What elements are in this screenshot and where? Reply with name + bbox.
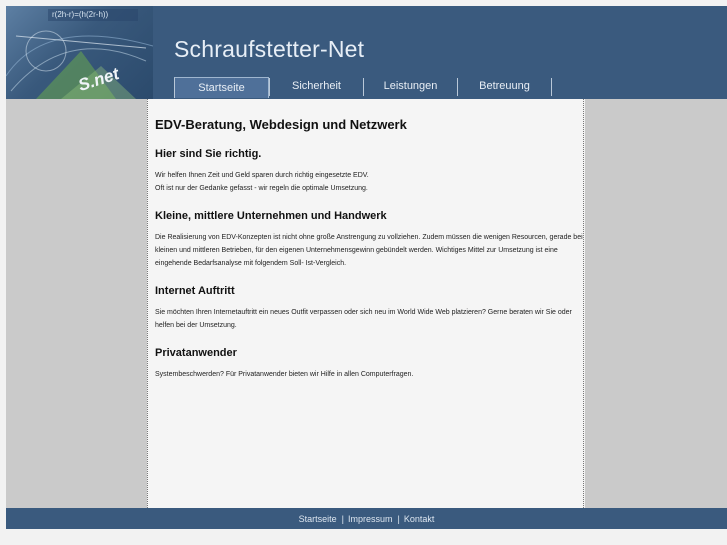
logo-formula: r(2h-r)=(h(2r-h)) xyxy=(52,10,109,19)
section-text: Systembeschwerden? Für Privatanwender bi… xyxy=(155,371,414,378)
footer-link-startseite[interactable]: Startseite xyxy=(299,514,337,524)
left-sidebar xyxy=(6,99,147,508)
tab-startseite[interactable]: Startseite xyxy=(174,77,269,98)
tab-betreuung[interactable]: Betreuung xyxy=(457,78,552,96)
right-sidebar xyxy=(585,99,727,508)
section-line: Oft ist nur der Gedanke gefasst - wir re… xyxy=(155,185,368,192)
section-line: Wir helfen Ihnen Zeit und Geld sparen du… xyxy=(155,172,369,179)
site-title: Schraufstetter-Net xyxy=(174,36,365,62)
section-title: Kleine, mittlere Unternehmen und Handwer… xyxy=(155,210,387,222)
page-heading: EDV-Beratung, Webdesign und Netzwerk xyxy=(155,117,407,132)
section-title: Hier sind Sie richtig. xyxy=(155,148,262,160)
site-logo[interactable]: r(2h-r)=(h(2r-h)) S.net xyxy=(6,6,153,99)
footer-link-kontakt[interactable]: Kontakt xyxy=(404,514,435,524)
tab-sicherheit[interactable]: Sicherheit xyxy=(269,78,363,96)
footer-link-impressum[interactable]: Impressum xyxy=(348,514,393,524)
header: r(2h-r)=(h(2r-h)) S.net Schraufstetter-N… xyxy=(6,6,727,99)
footer-separator: | xyxy=(341,513,344,524)
section-title: Privatanwender xyxy=(155,347,237,359)
footer-separator: | xyxy=(397,513,400,524)
section-text: Wir helfen Ihnen Zeit und Geld sparen du… xyxy=(155,169,583,195)
footer: Startseite | Impressum | Kontakt xyxy=(6,508,727,529)
main-nav: Startseite Sicherheit Leistungen Betreuu… xyxy=(174,77,552,99)
section-title: Internet Auftritt xyxy=(155,285,235,297)
tab-leistungen[interactable]: Leistungen xyxy=(363,78,457,96)
main-content: EDV-Beratung, Webdesign und Netzwerk Hie… xyxy=(147,99,584,508)
section-text: Sie möchten Ihren Internetauftritt ein n… xyxy=(155,309,572,329)
section-text: Die Realisierung von EDV-Konzepten ist n… xyxy=(155,234,583,267)
